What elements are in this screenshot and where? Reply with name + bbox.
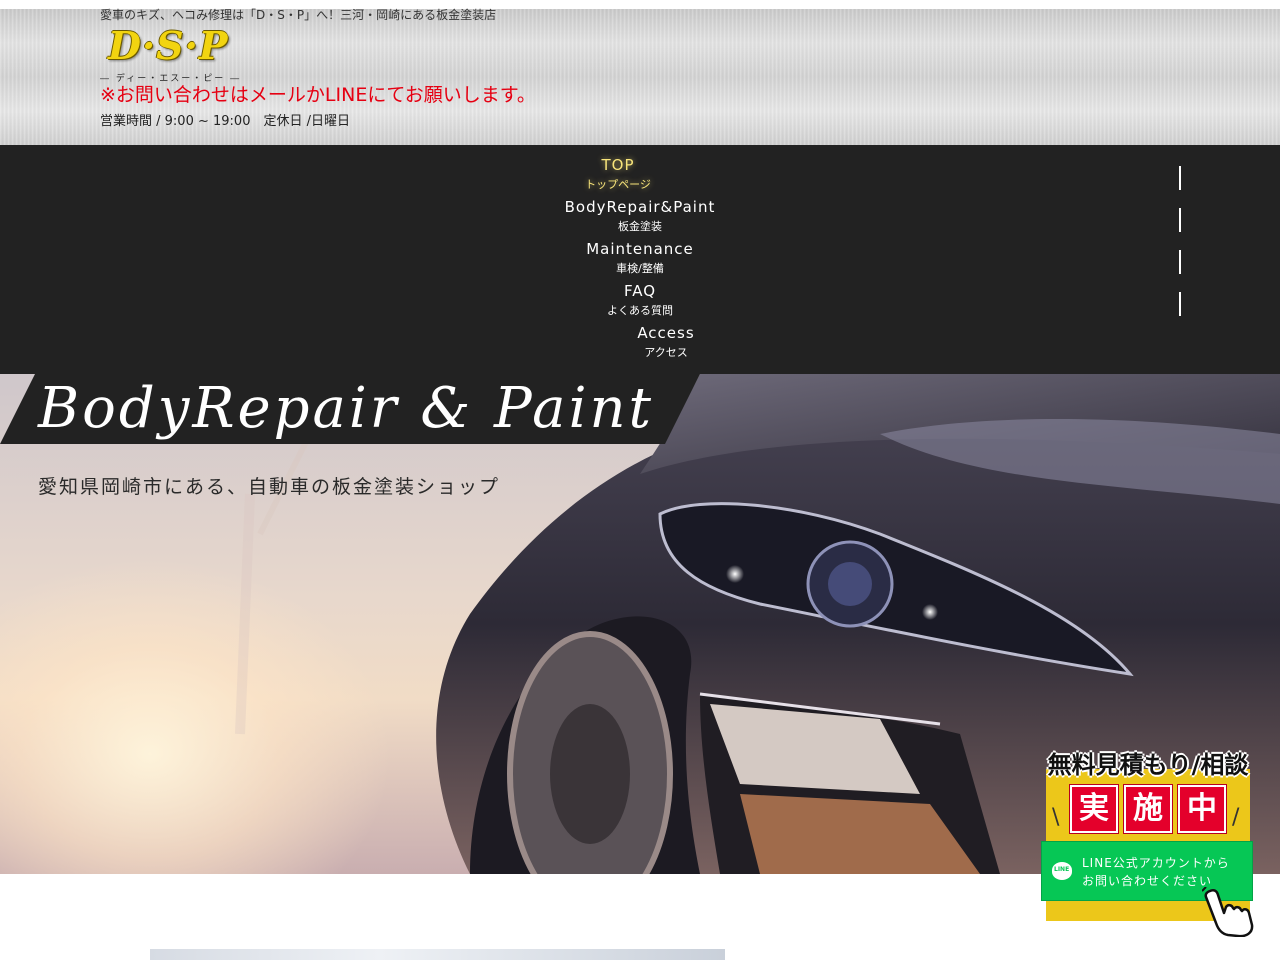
main-nav: TOP トップページ BodyRepair&Paint 板金塗装 Mainten…: [0, 145, 1280, 374]
promo-badge-char: 施: [1124, 785, 1172, 833]
nav-label: Access: [637, 324, 695, 342]
free-estimate-banner[interactable]: 無料見積もり/相談 \ / 実 施 中 LINE公式アカウントから お問い合わせ…: [1032, 745, 1264, 945]
contact-notice: ※お問い合わせはメールかLINEにてお願いします。: [100, 84, 536, 106]
nav-sublabel: 板金塗装: [618, 220, 662, 233]
promo-badge: 実 施 中: [1070, 785, 1226, 833]
business-hours: 営業時間 / 9:00 ~ 19:00 定休日 /日曜日: [100, 114, 350, 129]
line-button-text: LINE公式アカウントから お問い合わせください: [1082, 854, 1230, 890]
site-tagline: 愛車のキズ、ヘコみ修理は「D・S・P」へ！三河・岡崎にある板金塗装店: [100, 8, 497, 22]
content-image: [150, 949, 725, 960]
line-button-line1: LINE公式アカウントから: [1082, 856, 1230, 870]
promo-slash-left: \: [1052, 805, 1060, 830]
nav-item-faq[interactable]: FAQ よくある質問: [530, 281, 750, 319]
nav-sublabel: アクセス: [644, 346, 688, 359]
promo-headline: 無料見積もり/相談: [1047, 751, 1249, 779]
line-icon: [1052, 862, 1072, 880]
hero-subtitle: 愛知県岡崎市にある、自動車の板金塗装ショップ: [38, 476, 501, 498]
nav-sublabel: トップページ: [585, 178, 651, 191]
nav-divider: [1179, 292, 1181, 316]
nav-sublabel: よくある質問: [607, 304, 673, 317]
nav-divider: [1179, 250, 1181, 274]
nav-item-maintenance[interactable]: Maintenance 車検/整備: [530, 239, 750, 277]
site-header: 愛車のキズ、ヘコみ修理は「D・S・P」へ！三河・岡崎にある板金塗装店 D·S·P…: [0, 8, 1280, 145]
site-logo[interactable]: D·S·P: [108, 23, 228, 68]
nav-label: BodyRepair&Paint: [564, 198, 716, 216]
promo-slash-right: /: [1232, 805, 1240, 830]
pointing-hand-icon: [1202, 887, 1254, 937]
nav-label: Maintenance: [586, 240, 694, 258]
nav-divider: [1179, 166, 1181, 190]
nav-item-bodyrepair[interactable]: BodyRepair&Paint 板金塗装: [530, 197, 750, 235]
line-button-line2: お問い合わせください: [1082, 874, 1213, 888]
nav-divider: [1179, 208, 1181, 232]
nav-sublabel: 車検/整備: [616, 262, 664, 275]
promo-badge-char: 中: [1178, 785, 1226, 833]
nav-item-access[interactable]: Access アクセス: [556, 323, 776, 361]
nav-item-top[interactable]: TOP トップページ: [508, 155, 728, 193]
nav-label: FAQ: [623, 282, 657, 300]
nav-label: TOP: [601, 156, 635, 174]
promo-badge-char: 実: [1070, 785, 1118, 833]
hero-title: BodyRepair & Paint: [38, 376, 655, 441]
